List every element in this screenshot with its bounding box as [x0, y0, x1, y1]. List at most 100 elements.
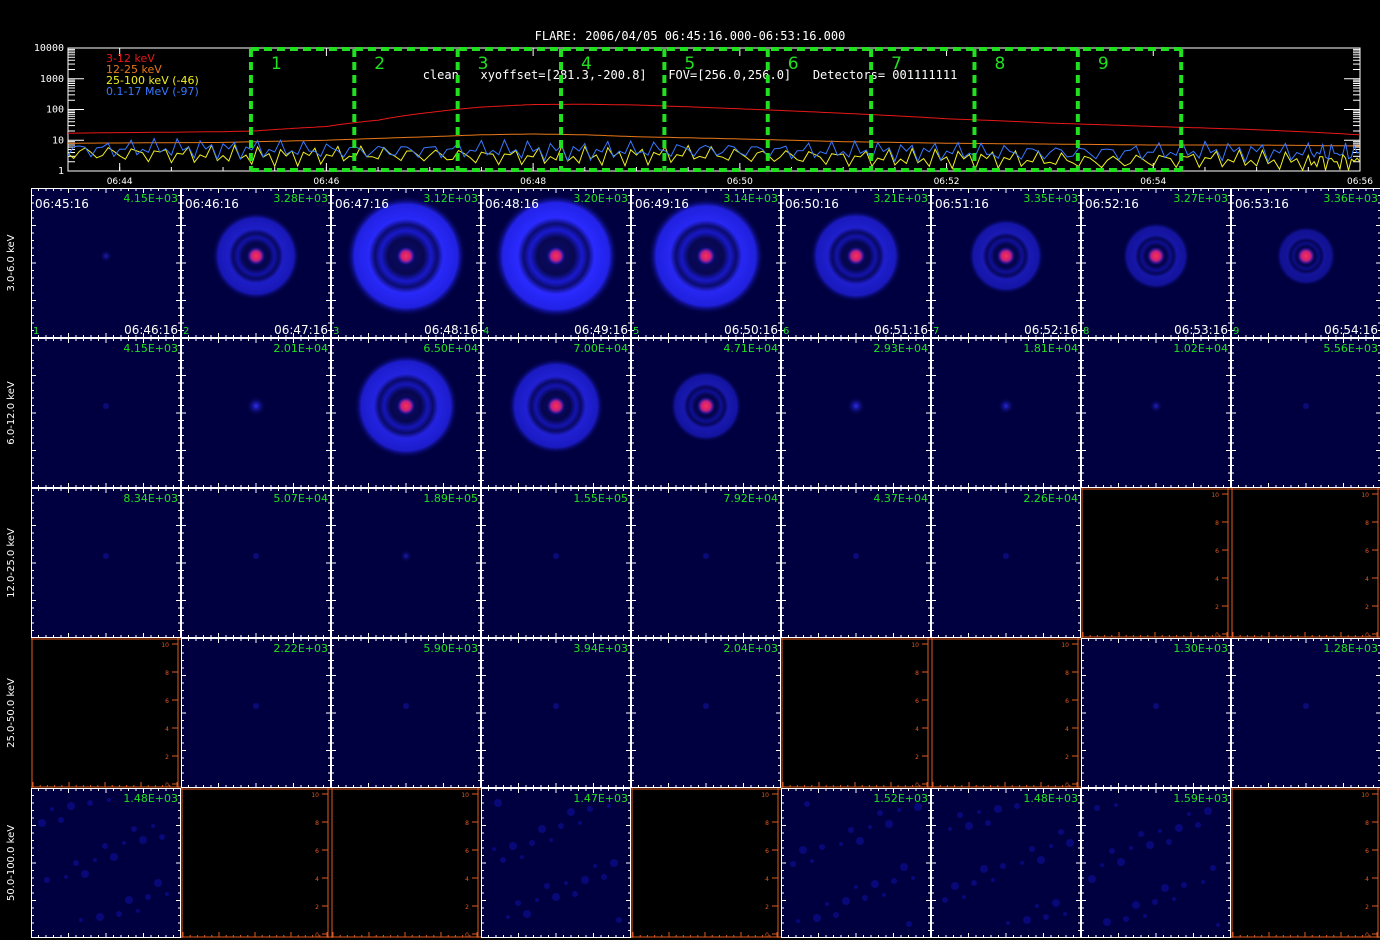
- peak-value: 4.71E+04: [723, 342, 778, 355]
- noise-blob: [564, 881, 568, 885]
- end-time: 06:49:16: [574, 323, 628, 337]
- noise-blob: [1187, 812, 1191, 816]
- noise-blob: [833, 912, 839, 918]
- image-cell: 0 2 4 6 8 10: [781, 638, 931, 789]
- interval-number: 1: [33, 326, 39, 337]
- noise-blob: [906, 921, 912, 927]
- peak-value: 1.81E+04: [1023, 342, 1078, 355]
- lightcurve-panel: 10000 1000 100 10 1 06:44 06:46 06:48 06:50 06:52…: [34, 44, 1373, 187]
- noise-blob: [1175, 824, 1183, 832]
- interval-number: 6: [783, 326, 789, 337]
- image-cell: 5.90E+03: [331, 638, 481, 788]
- empty-tick-label: 8: [1065, 670, 1069, 677]
- noise-blob: [578, 821, 582, 825]
- source-core: [547, 397, 565, 415]
- image-bg: [1231, 338, 1380, 488]
- empty-tick-label: 4: [165, 726, 169, 733]
- image-cell: 3.35E+03 06:51:16 06:52:16 7: [931, 188, 1081, 338]
- empty-tick-label: 10: [161, 642, 169, 649]
- end-time: 06:47:16: [274, 323, 328, 337]
- image-cell: 2.93E+04: [781, 338, 931, 488]
- empty-tick-label: 4: [915, 726, 919, 733]
- peak-value: 1.30E+03: [1173, 642, 1228, 655]
- peak-value: 1.28E+03: [1323, 642, 1378, 655]
- interval-label: 9: [1098, 54, 1109, 74]
- empty-cell-bg: [331, 788, 481, 938]
- noise-blob: [1006, 921, 1010, 925]
- empty-tick-label: 10: [761, 792, 769, 799]
- noise-blob: [1132, 901, 1140, 909]
- source-faint: [103, 553, 109, 559]
- image-bg: [181, 638, 331, 788]
- noise-blob: [567, 808, 575, 816]
- noise-blob: [1043, 914, 1049, 920]
- noise-blob: [122, 841, 126, 845]
- empty-cell-bg: [931, 638, 1081, 788]
- source-faint: [103, 403, 109, 409]
- image-cell: 1.47E+03: [481, 788, 631, 938]
- end-time: 06:48:16: [424, 323, 478, 337]
- noise-blob: [509, 842, 517, 850]
- noise-blob: [64, 875, 68, 879]
- source-faint: [1303, 703, 1309, 709]
- noise-blob: [1023, 916, 1031, 924]
- noise-blob: [96, 913, 104, 921]
- noise-blob: [125, 896, 133, 904]
- empty-tick-label: 6: [1365, 548, 1369, 555]
- noise-blob: [506, 915, 510, 919]
- noise-blob: [1037, 856, 1045, 864]
- image-cell: 3.14E+03 06:49:16 06:50:16 5: [631, 188, 781, 338]
- noise-blob: [102, 843, 108, 849]
- end-time: 06:53:16: [1174, 323, 1228, 337]
- empty-tick-label: 8: [465, 820, 469, 827]
- image-bg: [481, 488, 631, 638]
- noise-blob: [151, 824, 155, 828]
- noise-blob: [1052, 899, 1060, 907]
- empty-tick-label: 10: [461, 792, 469, 799]
- interval-number: 3: [333, 326, 339, 337]
- noise-blob: [538, 825, 546, 833]
- image-cell: 0 2 4 6 8 10: [1081, 488, 1231, 639]
- image-cell: 3.12E+03 06:47:16 06:48:16 3: [331, 188, 481, 338]
- image-cell: 0 2 4 6 8 10: [181, 788, 331, 939]
- noise-blob: [136, 909, 140, 913]
- noise-blob: [810, 859, 814, 863]
- noise-blob: [1100, 863, 1104, 867]
- noise-blob: [544, 883, 550, 889]
- noise-blob: [1166, 839, 1172, 845]
- peak-value: 1.89E+05: [423, 492, 478, 505]
- noise-blob: [942, 897, 948, 903]
- source-dot: [99, 249, 113, 263]
- interval-label: 2: [374, 54, 385, 74]
- empty-tick-label: 8: [1215, 520, 1219, 527]
- image-cell: 1.30E+03: [1081, 638, 1231, 788]
- peak-value: 4.37E+04: [873, 492, 928, 505]
- source-dot: [399, 549, 413, 563]
- noise-blob: [87, 800, 93, 806]
- noise-blob: [868, 825, 872, 829]
- source-faint: [1003, 553, 1009, 559]
- peak-value: 3.21E+03: [873, 192, 928, 205]
- noise-blob: [813, 914, 821, 922]
- source-faint: [553, 553, 559, 559]
- empty-tick-label: 6: [915, 698, 919, 705]
- noise-blob: [1094, 805, 1100, 811]
- noise-blob: [900, 863, 908, 871]
- noise-blob: [897, 808, 901, 812]
- noise-blob: [110, 853, 118, 861]
- noise-blob: [1020, 861, 1024, 865]
- noise-blob: [1172, 897, 1176, 901]
- noise-blob: [948, 827, 952, 831]
- image-cell: 0 2 4 6 8 10: [331, 788, 481, 939]
- empty-cell-bg: [781, 638, 931, 788]
- empty-tick-label: 2: [1365, 904, 1369, 911]
- noise-blob: [81, 870, 89, 878]
- source-dot: [846, 396, 866, 416]
- x-tick-label: 06:44: [107, 177, 133, 187]
- noise-blob: [492, 847, 496, 851]
- noise-blob: [911, 876, 915, 880]
- image-bg: [481, 638, 631, 788]
- end-time: 06:51:16: [874, 323, 928, 337]
- empty-tick-label: 10: [1361, 492, 1369, 499]
- empty-cell-bg: [1231, 788, 1380, 938]
